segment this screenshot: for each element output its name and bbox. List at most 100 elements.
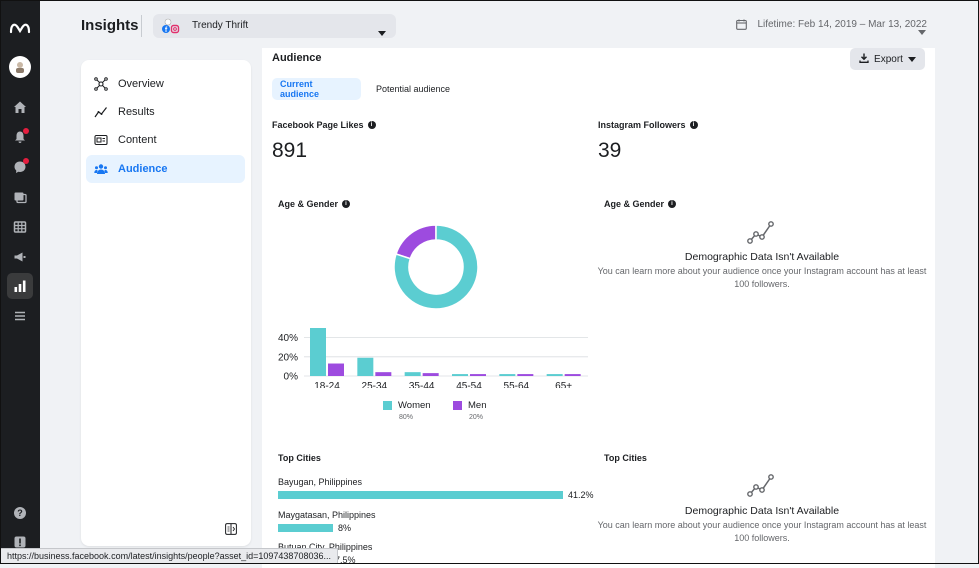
account-selector[interactable]: f Trendy Thrift [153, 14, 396, 38]
x-tick-label: 65+ [555, 381, 572, 388]
notification-badge [23, 128, 29, 134]
audience-main-panel: Audience Export Current audience Potenti… [262, 48, 935, 568]
bar-women-65+ [546, 374, 563, 376]
legend-men: Men [453, 400, 486, 411]
profile-avatar-icon[interactable] [9, 56, 31, 78]
legend-label: Men [468, 400, 487, 411]
ig-followers-value: 39 [598, 139, 622, 162]
export-chevron-down-icon [907, 54, 916, 65]
date-range-selector[interactable]: Lifetime: Feb 14, 2019 – Mar 13, 2022 [757, 19, 927, 30]
nav-item-label: Overview [118, 78, 164, 90]
messages-badge [23, 158, 29, 164]
bar-men-55-64 [517, 374, 534, 376]
bar-women-18-24 [310, 328, 326, 376]
legend-women: Women [383, 400, 431, 411]
menu-icon[interactable] [8, 304, 32, 328]
info-icon[interactable]: i [367, 121, 376, 129]
y-tick-label: 20% [278, 352, 298, 363]
legend-label: Women [398, 400, 431, 411]
bar-men-35-44 [422, 373, 439, 376]
ig-age-gender-label: Age & Gender [604, 199, 665, 209]
top-header: Insights f Trendy Thrift Lifetime: Feb 1… [40, 0, 979, 48]
info-icon[interactable]: i [668, 200, 677, 208]
city-name: Bayugan, Philippines [278, 477, 363, 487]
page-scroll-area[interactable] [935, 48, 979, 564]
age-bar-chart: 0% 20% 40% 18-24 25-34 35-44 45-54 55-64 65+ [278, 328, 588, 388]
nav-item-results[interactable]: Results [86, 98, 245, 126]
info-icon[interactable]: i [689, 121, 698, 129]
x-tick-label: 18-24 [314, 381, 340, 388]
bar-women-25-34 [357, 357, 374, 376]
bar-women-55-64 [499, 374, 516, 376]
page-title: Insights [81, 17, 139, 34]
ig-followers-label: Instagram Followers [598, 120, 686, 130]
nav-item-label: Results [118, 106, 155, 118]
ig-age-gender-label-row: Age & Gender i [604, 199, 677, 209]
x-tick-label: 25-34 [362, 381, 388, 388]
fb-likes-value: 891 [272, 139, 308, 162]
nav-item-content[interactable]: Content [86, 126, 245, 154]
nav-item-audience[interactable]: Audience [86, 155, 245, 183]
chevron-down-icon [378, 23, 386, 41]
date-range-chevron-down-icon[interactable] [918, 22, 926, 40]
legend-pct: 20% [469, 414, 484, 421]
legend-pct: 80% [399, 414, 414, 421]
x-tick-label: 55-64 [504, 381, 530, 388]
nav-item-label: Content [118, 134, 157, 146]
demographic-unavailable-desc: You can learn more about your audience o… [597, 266, 927, 289]
messages-icon[interactable] [8, 155, 32, 179]
city-bar [278, 491, 563, 499]
insights-nav-panel: Overview Results Content Audience [81, 60, 251, 546]
bar-men-25-34 [375, 372, 392, 376]
city-value: 41.2% [568, 490, 594, 500]
fb-likes-label: Facebook Page Likes [272, 120, 364, 130]
demographic-unavailable-desc: You can learn more about your audience o… [597, 520, 927, 543]
gender-donut-chart [393, 224, 479, 310]
header-divider [141, 15, 142, 37]
bar-women-35-44 [404, 372, 421, 376]
left-rail: ? [0, 0, 40, 564]
fb-likes-label-row: Facebook Page Likes i [272, 120, 376, 130]
y-tick-label: 40% [278, 333, 298, 344]
link-status-bar: https://business.facebook.com/latest/ins… [0, 548, 338, 564]
bar-men-18-24 [328, 363, 344, 376]
age-gender-label-row: Age & Gender i [278, 199, 351, 209]
export-label: Export [874, 53, 903, 65]
content-icon [93, 132, 109, 148]
help-icon[interactable]: ? [8, 501, 32, 525]
meta-logo-icon[interactable] [8, 16, 32, 40]
ads-icon[interactable] [8, 245, 32, 269]
grid-icon[interactable] [8, 215, 32, 239]
demographic-unavailable-title: Demographic Data Isn't Available [684, 251, 840, 263]
top-cities-label: Top Cities [278, 453, 321, 463]
ig-top-cities-label: Top Cities [604, 453, 647, 463]
bar-women-45-54 [452, 374, 468, 376]
nav-item-overview[interactable]: Overview [86, 70, 245, 98]
tab-potential-audience[interactable]: Potential audience [368, 78, 458, 100]
x-tick-label: 35-44 [409, 381, 435, 388]
ig-followers-label-row: Instagram Followers i [598, 120, 698, 130]
city-name: Maygatasan, Philippines [278, 510, 376, 520]
calendar-icon[interactable] [736, 17, 747, 35]
home-icon[interactable] [8, 95, 32, 119]
demographic-unavailable-title: Demographic Data Isn't Available [684, 505, 840, 517]
men-swatch [453, 401, 462, 410]
results-icon [93, 104, 109, 120]
city-bar [278, 524, 333, 532]
bar-men-45-54 [470, 374, 486, 376]
collapse-panel-icon[interactable] [225, 522, 237, 540]
women-swatch [383, 401, 392, 410]
bar-men-65+ [564, 374, 581, 376]
nav-item-label: Audience [118, 163, 168, 175]
city-value: 8% [338, 523, 352, 533]
age-gender-label: Age & Gender [278, 199, 339, 209]
tab-current-audience[interactable]: Current audience [272, 78, 361, 100]
audience-icon [93, 161, 109, 177]
donut-slice-men [395, 224, 437, 260]
export-button[interactable]: Export [850, 48, 925, 70]
notifications-icon[interactable] [8, 125, 32, 149]
insights-icon[interactable] [7, 273, 33, 299]
pages-icon[interactable] [8, 185, 32, 209]
info-icon[interactable]: i [342, 200, 351, 208]
account-name: Trendy Thrift [192, 20, 249, 31]
